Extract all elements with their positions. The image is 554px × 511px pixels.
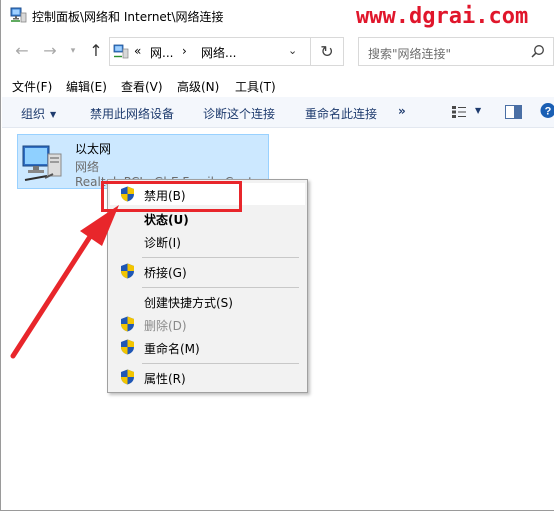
connection-name: 以太网	[75, 142, 112, 156]
ethernet-adapter-icon	[22, 145, 62, 181]
search-input[interactable]: 搜索"网络连接"	[358, 37, 554, 66]
context-item-properties[interactable]: 属性(R)	[110, 366, 305, 388]
address-segment-1[interactable]: 网...	[150, 44, 173, 61]
context-item-label: 重命名(M)	[144, 342, 200, 356]
menu-file[interactable]: 文件(F)	[12, 78, 52, 95]
menu-tools[interactable]: 工具(T)	[235, 78, 276, 95]
up-arrow-icon[interactable]: ↑	[87, 42, 105, 60]
recent-locations-chevron-icon[interactable]: ▾	[64, 42, 82, 60]
organize-dropdown-icon: ▼	[50, 110, 57, 119]
context-item-diagnose[interactable]: 诊断(I)	[110, 230, 305, 252]
back-arrow-icon[interactable]: ←	[13, 42, 31, 60]
context-item-delete: 删除(D)	[110, 313, 305, 335]
forward-arrow-icon[interactable]: →	[41, 42, 59, 60]
context-item-label: 桥接(G)	[144, 266, 187, 280]
view-options-dropdown-icon[interactable]: ▼	[475, 106, 481, 115]
context-item-label: 删除(D)	[144, 319, 187, 333]
refresh-icon: ↻	[320, 42, 334, 61]
diagnose-connection-button[interactable]: 诊断这个连接	[203, 105, 275, 122]
help-icon[interactable]: ?	[540, 102, 554, 119]
context-item-label: 属性(R)	[144, 372, 186, 386]
context-item-rename[interactable]: 重命名(M)	[110, 336, 305, 358]
menu-edit[interactable]: 编辑(E)	[66, 78, 107, 95]
disable-device-button[interactable]: 禁用此网络设备	[90, 105, 174, 122]
context-item-create-shortcut[interactable]: 创建快捷方式(S)	[110, 290, 305, 312]
context-item-bridge[interactable]: 桥接(G)	[110, 260, 305, 282]
network-folder-icon	[113, 44, 129, 59]
rename-connection-button[interactable]: 重命名此连接	[305, 105, 377, 122]
search-icon	[531, 45, 544, 58]
address-overflow-chevron[interactable]: «	[134, 44, 141, 58]
uac-shield-icon	[121, 369, 134, 385]
address-input[interactable]: « 网... › 网络... ⌄	[109, 37, 311, 66]
address-bar-row: ← → ▾ ↑ « 网... › 网络... ⌄ ↻ 搜索"网络连接"	[1, 36, 554, 68]
menu-advanced[interactable]: 高级(N)	[177, 78, 219, 95]
explorer-window: 控制面板\网络和 Internet\网络连接 www.dgrai.com ← →…	[0, 0, 554, 511]
context-item-label: 状态(U)	[144, 213, 189, 227]
menu-view[interactable]: 查看(V)	[121, 78, 163, 95]
address-separator-icon[interactable]: ›	[182, 44, 187, 58]
address-dropdown-icon[interactable]: ⌄	[288, 44, 297, 57]
menu-bar: 文件(F) 编辑(E) 查看(V) 高级(N) 工具(T)	[1, 74, 554, 96]
watermark-text: www.dgrai.com	[356, 4, 529, 29]
context-separator	[142, 257, 299, 258]
uac-shield-icon	[121, 316, 134, 332]
organize-button[interactable]: 组织 ▼	[21, 105, 56, 122]
preview-pane-icon[interactable]	[505, 105, 522, 119]
context-separator	[142, 287, 299, 288]
change-view-icon[interactable]	[451, 105, 467, 119]
network-connections-icon	[10, 7, 27, 23]
refresh-button[interactable]: ↻	[311, 37, 344, 66]
window-title: 控制面板\网络和 Internet\网络连接	[32, 10, 224, 24]
title-bar: 控制面板\网络和 Internet\网络连接 www.dgrai.com	[1, 0, 554, 32]
context-item-label: 创建快捷方式(S)	[144, 296, 233, 310]
organize-label: 组织	[21, 107, 46, 121]
address-segment-2[interactable]: 网络...	[201, 44, 236, 61]
uac-shield-icon	[121, 263, 134, 279]
command-bar: 组织 ▼ 禁用此网络设备 诊断这个连接 重命名此连接 » ▼ ?	[2, 97, 554, 128]
context-separator	[142, 363, 299, 364]
connection-status: 网络	[75, 160, 100, 174]
annotation-highlight-box	[101, 181, 242, 212]
uac-shield-icon	[121, 339, 134, 355]
context-item-label: 诊断(I)	[144, 236, 181, 250]
more-commands-icon[interactable]: »	[398, 104, 406, 118]
svg-text:?: ?	[545, 106, 552, 118]
search-placeholder: 搜索"网络连接"	[368, 47, 452, 61]
